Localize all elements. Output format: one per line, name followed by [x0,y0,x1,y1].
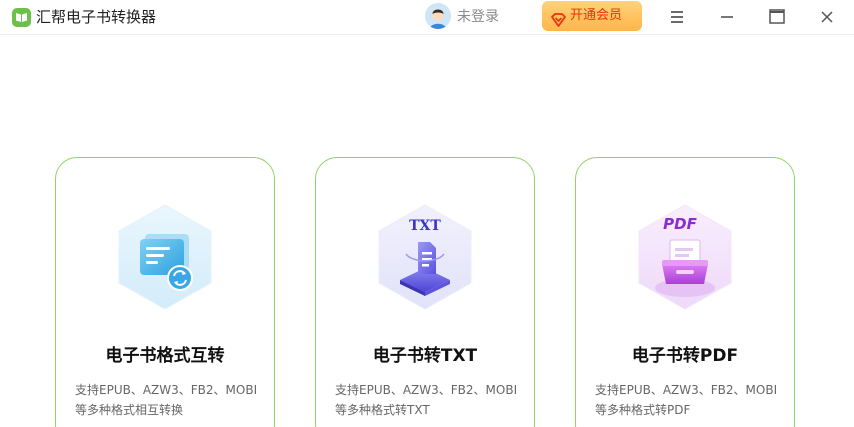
pdf-icon: PDF [630,202,740,312]
app-title: 汇帮电子书转换器 [36,8,157,26]
card-description: 支持EPUB、AZW3、FB2、MOBI 等多种格式转PDF [595,380,782,420]
card-description-line: 等多种格式转PDF [595,403,691,417]
card-ebook-convert[interactable]: 电子书格式互转 支持EPUB、AZW3、FB2、MOBI 等多种格式相互转换 [55,157,275,427]
vip-button-label: 开通会员 [570,8,623,23]
close-icon[interactable] [816,6,838,28]
card-description-line: 支持EPUB、AZW3、FB2、MOBI [335,383,518,397]
card-description: 支持EPUB、AZW3、FB2、MOBI 等多种格式相互转换 [75,380,262,420]
ebook-convert-icon [110,202,220,312]
card-ebook-to-pdf[interactable]: PDF 电子书转PDF 支持EPUB、AZW3、FB2、MOBI 等多种格式转P… [575,157,795,427]
vip-button[interactable]: 开通会员 [542,1,642,31]
txt-icon: TXT [370,202,480,312]
diamond-icon [551,9,566,39]
card-description: 支持EPUB、AZW3、FB2、MOBI 等多种格式转TXT [335,380,522,420]
title-bar: 汇帮电子书转换器 未登录 开通会员 [0,0,854,35]
pdf-icon-label: PDF [663,215,697,233]
card-description-line: 等多种格式转TXT [335,403,430,417]
minimize-icon[interactable] [716,6,738,28]
app-logo-icon [12,8,31,27]
txt-icon-label: TXT [409,218,441,234]
user-avatar[interactable] [425,3,451,29]
login-link[interactable]: 未登录 [457,7,499,27]
card-description-line: 支持EPUB、AZW3、FB2、MOBI [595,383,778,397]
card-title: 电子书格式互转 [105,346,225,366]
maximize-icon[interactable] [766,6,788,28]
card-description-line: 等多种格式相互转换 [75,403,184,417]
card-title: 电子书转PDF [631,346,739,366]
menu-icon[interactable] [666,6,688,28]
card-title: 电子书转TXT [372,346,478,366]
card-ebook-to-txt[interactable]: TXT 电子书转TXT 支持EPUB、AZW3、FB2、MOBI 等多种格式转T… [315,157,535,427]
card-description-line: 支持EPUB、AZW3、FB2、MOBI [75,383,258,397]
